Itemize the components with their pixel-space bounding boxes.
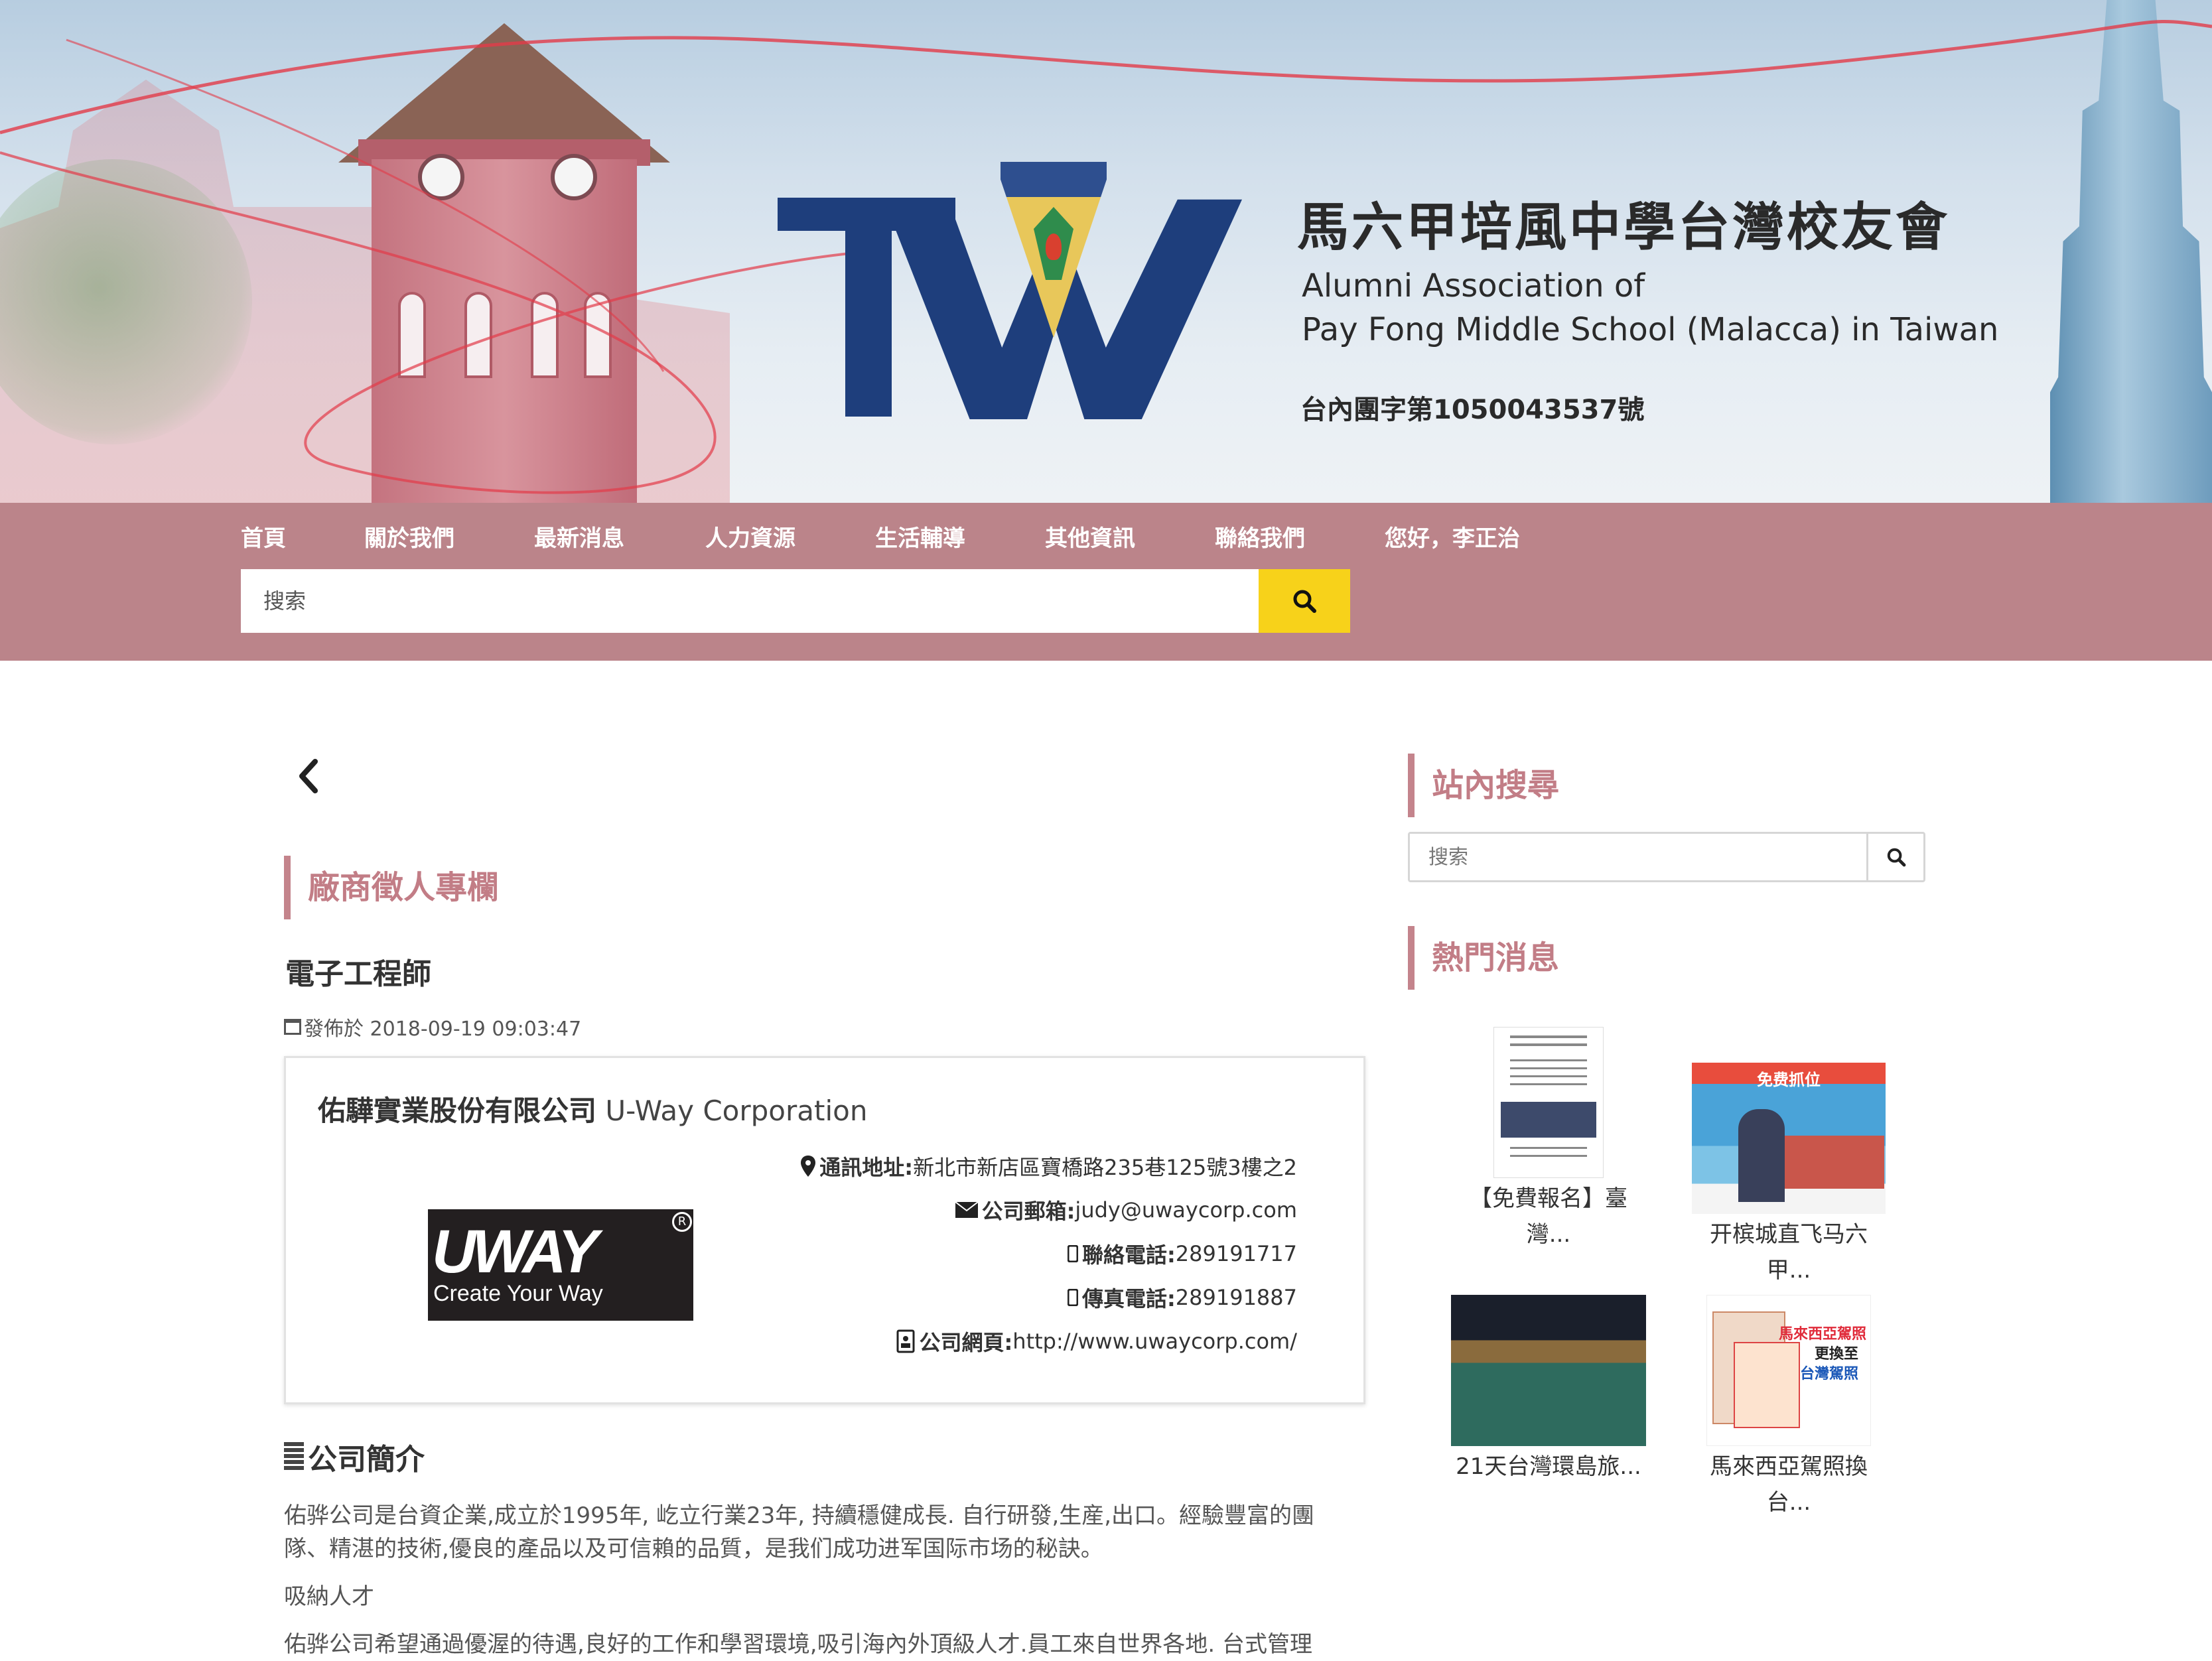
nav-item-news[interactable]: 最新消息: [534, 519, 705, 559]
hot-news-caption[interactable]: 馬來西亞駕照換 台...: [1689, 1449, 1888, 1520]
company-name: 佑驊實業股份有限公司 U-Way Corporation: [318, 1095, 868, 1127]
company-intro-paragraph: 佑骅公司是台資企業,成立於1995年, 屹立行業23年, 持續穩健成長. 自行研…: [284, 1502, 1315, 1562]
sidebar-search-button[interactable]: [1866, 834, 1923, 880]
association-title-en: Alumni Association of Pay Fong Middle Sc…: [1302, 267, 1999, 348]
main-navigation: 首頁 關於我們 最新消息 人力資源 生活輔導 其他資訊 聯絡我們 您好，李正治: [0, 503, 2212, 661]
header-search-input[interactable]: [241, 569, 1259, 633]
hot-news-caption[interactable]: 【免費報名】臺 灣...: [1449, 1181, 1648, 1252]
header-search-button[interactable]: [1259, 569, 1350, 633]
hot-news-caption[interactable]: 21天台灣環島旅...: [1449, 1449, 1648, 1485]
search-icon: [1293, 590, 1316, 613]
email-row: 公司郵箱: judy@uwaycorp.com: [700, 1188, 1297, 1232]
nav-item-other[interactable]: 其他資訊: [1045, 519, 1215, 559]
hot-news-title: 熱門消息: [1408, 926, 1559, 990]
search-icon: [1887, 848, 1905, 867]
fax-row: 傳真電話: 289191887: [700, 1276, 1297, 1319]
company-intro-heading: 公司簡介: [284, 1435, 425, 1478]
envelope-icon: [955, 1202, 978, 1218]
contact-card-icon: [896, 1329, 915, 1353]
map-marker-icon: [801, 1156, 816, 1177]
nav-menu: 首頁 關於我們 最新消息 人力資源 生活輔導 其他資訊 聯絡我們 您好，李正治: [241, 519, 1520, 559]
hot-news-item[interactable]: 免费抓位 开槟城直飞马六 甲...: [1689, 1063, 1888, 1288]
company-contact-info: 通訊地址: 新北市新店區寶橋路235巷125號3樓之2 公司郵箱: judy@u…: [700, 1144, 1297, 1363]
sidebar-search-title: 站內搜尋: [1408, 754, 1559, 817]
association-title-zh: 馬六甲培風中學台灣校友會: [1297, 198, 1951, 257]
hot-news-item[interactable]: 【免費報名】臺 灣...: [1449, 1027, 1648, 1252]
company-logo: UWAY Create Your Way R: [428, 1209, 693, 1321]
address-row: 通訊地址: 新北市新店區寶橋路235巷125號3樓之2: [700, 1144, 1297, 1188]
hot-news-thumbnail[interactable]: 免费抓位: [1692, 1063, 1886, 1214]
tw-logo: [778, 154, 1242, 419]
recruit-heading: 吸納人才: [284, 1583, 374, 1610]
posted-date: 發佈於 2018-09-19 09:03:47: [284, 1012, 581, 1041]
nav-item-user[interactable]: 您好，李正治: [1385, 519, 1520, 559]
hot-news-caption[interactable]: 开槟城直飞马六 甲...: [1689, 1217, 1888, 1288]
job-title: 電子工程師: [285, 957, 431, 991]
hot-news-item[interactable]: 馬來西亞駕照 更換至 台灣駕照 馬來西亞駕照換 台...: [1689, 1295, 1888, 1520]
hot-news-thumbnail[interactable]: 馬來西亞駕照 更換至 台灣駕照: [1706, 1295, 1871, 1446]
nav-item-life[interactable]: 生活輔導: [875, 519, 1045, 559]
recruit-paragraph: 佑骅公司希望通過優渥的待遇,良好的工作和學習環境,吸引海內外頂級人才.員工來自世…: [284, 1631, 1313, 1658]
header-search: [241, 569, 1350, 633]
sidebar-search: [1408, 832, 1925, 882]
nav-item-contact[interactable]: 聯絡我們: [1215, 519, 1385, 559]
header-banner: 馬六甲培風中學台灣校友會 Alumni Association of Pay F…: [0, 0, 2212, 503]
nav-item-about[interactable]: 關於我們: [364, 519, 534, 559]
hot-news-thumbnail[interactable]: [1451, 1295, 1646, 1446]
nav-item-home[interactable]: 首頁: [241, 519, 364, 559]
chevron-left-icon[interactable]: [295, 756, 322, 796]
mobile-phone-icon: [1067, 1245, 1078, 1262]
sidebar-search-input[interactable]: [1410, 834, 1866, 880]
company-card: 佑驊實業股份有限公司 U-Way Corporation UWAY Create…: [284, 1056, 1365, 1404]
calendar-icon: [284, 1019, 301, 1035]
phone-row: 聯絡電話: 289191717: [700, 1232, 1297, 1276]
section-title: 廠商徵人專欄: [284, 856, 499, 919]
registration-number: 台內團字第1050043537號: [1300, 395, 1645, 425]
hot-news-thumbnail[interactable]: [1493, 1027, 1604, 1178]
nav-item-hr[interactable]: 人力資源: [705, 519, 875, 559]
hot-news-item[interactable]: 21天台灣環島旅...: [1449, 1295, 1648, 1485]
building-icon: [284, 1442, 304, 1471]
mobile-phone-icon: [1067, 1289, 1078, 1306]
website-row: 公司網頁: http://www.uwaycorp.com/: [700, 1319, 1297, 1363]
